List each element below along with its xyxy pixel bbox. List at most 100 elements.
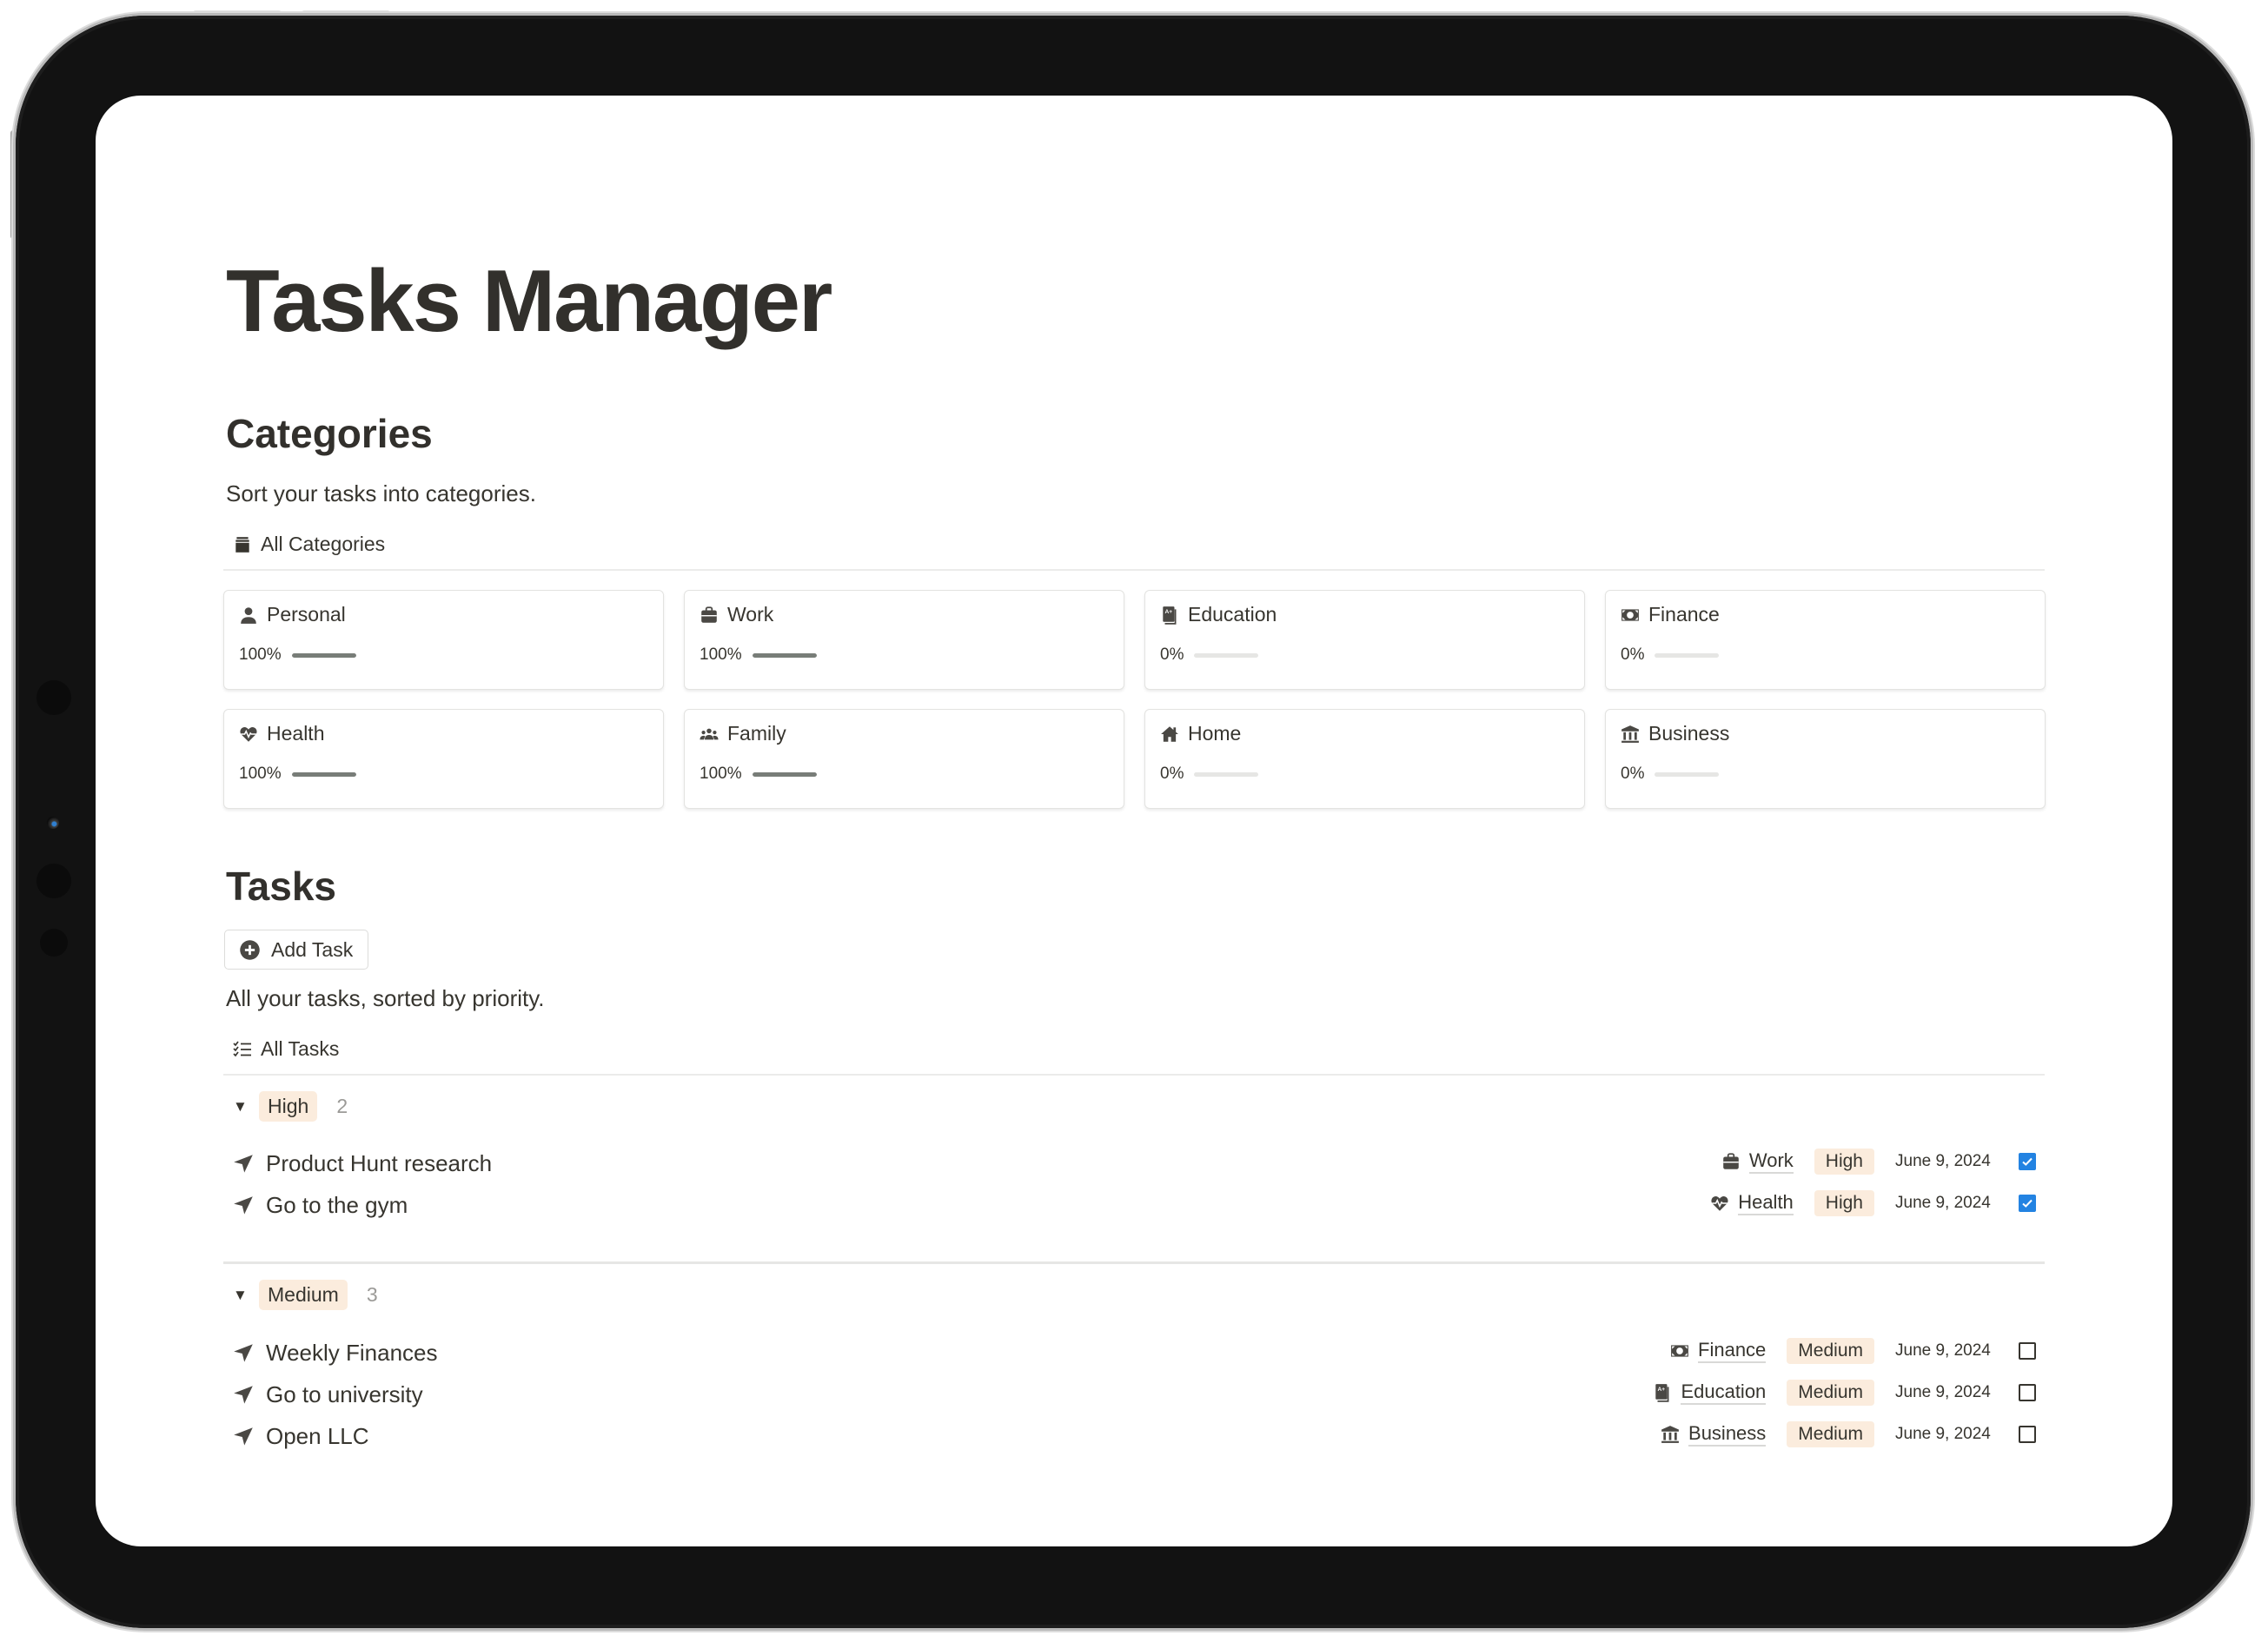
- checkmark-icon: [2022, 1199, 2033, 1208]
- category-name: Work: [727, 603, 774, 626]
- task-category-link[interactable]: Health: [1710, 1191, 1794, 1215]
- group-header-medium[interactable]: ▼ Medium 3: [233, 1280, 378, 1310]
- group-count: 3: [366, 1283, 378, 1306]
- heart-pulse-icon: [240, 726, 257, 742]
- people-group-icon: [700, 728, 719, 739]
- sensor-2: [36, 864, 71, 898]
- progress-bar: [1655, 652, 1720, 658]
- task-title[interactable]: Go to university: [266, 1381, 423, 1408]
- tasks-divider: [223, 1074, 2045, 1076]
- task-category-link[interactable]: Finance: [1670, 1339, 1767, 1363]
- progress-label: 100%: [700, 646, 742, 664]
- briefcase-icon: [701, 606, 717, 623]
- heart-pulse-icon: [1711, 1196, 1728, 1211]
- front-camera: [47, 817, 59, 829]
- svg-text:A+: A+: [1658, 1387, 1666, 1393]
- priority-tag: Medium: [1787, 1338, 1874, 1364]
- categories-heading: Categories: [226, 411, 433, 456]
- category-name: Family: [727, 722, 786, 745]
- category-card-family[interactable]: Family 100%: [684, 709, 1124, 809]
- category-name: Finance: [1648, 603, 1720, 626]
- checkmark-icon: [2022, 1157, 2033, 1166]
- briefcase-icon: [1723, 1153, 1739, 1169]
- progress-label: 0%: [1621, 646, 1645, 664]
- priority-tag: High: [1814, 1149, 1874, 1175]
- task-category-link[interactable]: A+ Education: [1653, 1380, 1767, 1405]
- task-title[interactable]: Go to the gym: [266, 1192, 408, 1219]
- sensor-1: [36, 680, 71, 715]
- progress-bar: [1194, 771, 1259, 777]
- location-arrow-icon: [234, 1385, 253, 1404]
- view-tab-all-tasks[interactable]: All Tasks: [233, 1037, 339, 1061]
- plus-circle-icon: [240, 939, 260, 960]
- view-tab-label: All Tasks: [261, 1037, 340, 1060]
- progress-label: 0%: [1160, 646, 1184, 664]
- task-row[interactable]: Go to the gym Health High June 9, 2024: [226, 1187, 2046, 1225]
- banknote-icon: [1621, 608, 1639, 621]
- task-date: June 9, 2024: [1895, 1425, 1991, 1443]
- bank-building-icon: [1621, 725, 1639, 743]
- task-category: Business: [1688, 1422, 1767, 1447]
- task-date: June 9, 2024: [1895, 1152, 1991, 1170]
- checklist-icon: [233, 1040, 251, 1056]
- page-title: Tasks Manager: [226, 253, 832, 350]
- progress-label: 0%: [1160, 765, 1184, 783]
- task-date: June 9, 2024: [1895, 1383, 1991, 1401]
- task-category: Work: [1748, 1149, 1794, 1174]
- task-row[interactable]: Open LLC Business Medium June 9, 2024: [226, 1418, 2046, 1456]
- progress-bar: [1655, 771, 1720, 777]
- view-tab-all-categories[interactable]: All Categories: [233, 533, 385, 556]
- category-card-home[interactable]: Home 0%: [1144, 709, 1585, 809]
- category-name: Home: [1188, 722, 1242, 745]
- task-done-checkbox[interactable]: [2019, 1342, 2036, 1360]
- progress-fill: [291, 771, 356, 777]
- progress-label: 0%: [1621, 765, 1645, 783]
- progress-fill: [752, 771, 817, 777]
- task-title[interactable]: Weekly Finances: [266, 1340, 438, 1367]
- category-name: Health: [267, 722, 325, 745]
- category-card-personal[interactable]: Personal 100%: [223, 590, 664, 690]
- task-done-checkbox[interactable]: [2019, 1153, 2036, 1170]
- progress-bar: [291, 771, 356, 777]
- progress-label: 100%: [239, 765, 282, 783]
- task-date: June 9, 2024: [1895, 1341, 1991, 1360]
- group-tag: High: [259, 1091, 318, 1122]
- category-name: Education: [1188, 603, 1277, 626]
- progress-label: 100%: [700, 765, 742, 783]
- category-name: Personal: [267, 603, 346, 626]
- task-category-link[interactable]: Business: [1661, 1422, 1767, 1447]
- task-done-checkbox[interactable]: [2019, 1195, 2036, 1212]
- task-title[interactable]: Open LLC: [266, 1423, 369, 1450]
- category-card-work[interactable]: Work 100%: [684, 590, 1124, 690]
- task-done-checkbox[interactable]: [2019, 1384, 2036, 1401]
- task-done-checkbox[interactable]: [2019, 1426, 2036, 1443]
- view-tab-label: All Categories: [261, 533, 386, 555]
- task-category-link[interactable]: Work: [1721, 1149, 1794, 1174]
- grade-book-icon: A+: [1163, 606, 1177, 625]
- screen: Tasks Manager Categories Sort your tasks…: [96, 96, 2172, 1546]
- task-category: Health: [1738, 1191, 1794, 1215]
- task-row[interactable]: Go to university A+ Education Medium June…: [226, 1376, 2046, 1414]
- task-date: June 9, 2024: [1895, 1194, 1991, 1212]
- category-card-finance[interactable]: Finance 0%: [1605, 590, 2046, 690]
- house-icon: [1161, 725, 1178, 742]
- add-task-button[interactable]: Add Task: [224, 930, 368, 970]
- task-title[interactable]: Product Hunt research: [266, 1150, 492, 1177]
- category-card-health[interactable]: Health 100%: [223, 709, 664, 809]
- group-tag: Medium: [259, 1280, 348, 1310]
- caret-down-icon[interactable]: ▼: [233, 1098, 249, 1116]
- group-header-high[interactable]: ▼ High 2: [233, 1091, 348, 1122]
- category-card-education[interactable]: A+ Education 0%: [1144, 590, 1585, 690]
- group-count: 2: [336, 1095, 348, 1117]
- category-name: Business: [1648, 722, 1730, 745]
- location-arrow-icon: [234, 1427, 253, 1446]
- banknote-icon: [1671, 1345, 1688, 1357]
- archive-icon: [235, 536, 249, 553]
- task-row[interactable]: Weekly Finances Finance Medium June 9, 2…: [226, 1334, 2046, 1373]
- task-row[interactable]: Product Hunt research Work High June 9, …: [226, 1145, 2046, 1183]
- caret-down-icon[interactable]: ▼: [233, 1287, 249, 1304]
- progress-bar: [291, 652, 356, 658]
- progress-bar: [752, 771, 817, 777]
- progress-label: 100%: [239, 646, 282, 664]
- category-card-business[interactable]: Business 0%: [1605, 709, 2046, 809]
